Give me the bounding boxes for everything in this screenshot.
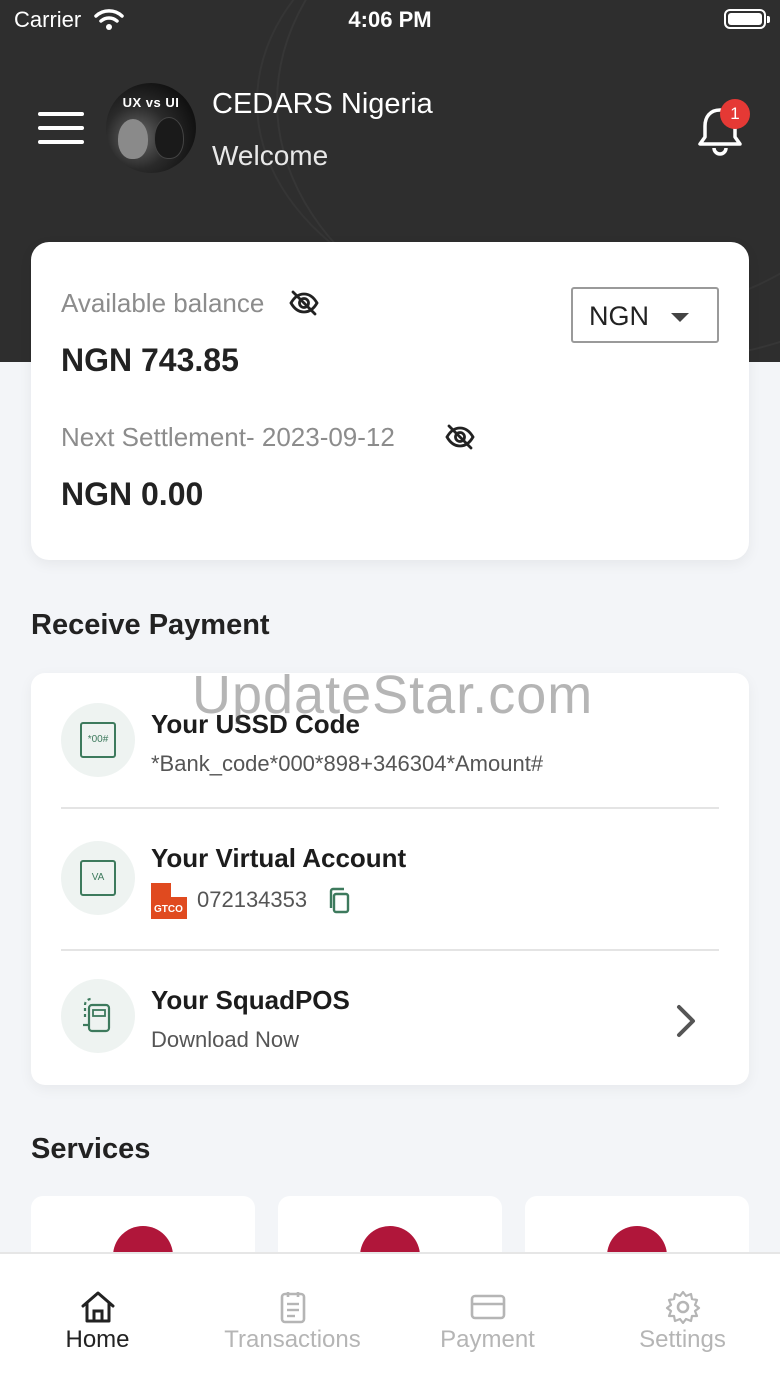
service-tile[interactable] — [525, 1196, 749, 1256]
battery-icon — [724, 9, 770, 29]
clipboard-icon — [280, 1292, 306, 1324]
tab-label: Payment — [440, 1326, 535, 1353]
tab-payment[interactable]: Payment — [390, 1254, 585, 1387]
available-balance-label: Available balance — [61, 288, 265, 318]
tab-transactions[interactable]: Transactions — [195, 1254, 390, 1387]
clock: 4:06 PM — [348, 7, 432, 32]
next-settlement-label: Next Settlement- 2023-09-12 — [61, 422, 395, 452]
receive-payment-title: Receive Payment — [31, 609, 270, 641]
services-title: Services — [31, 1133, 151, 1165]
balance-card: Available balance NGN 743.85 NGN Next Se… — [31, 242, 749, 560]
eye-off-icon[interactable] — [289, 290, 319, 316]
virtual-account-title: Your Virtual Account — [151, 843, 407, 873]
avatar-text: UX vs UI — [122, 95, 180, 110]
bell-icon[interactable] — [696, 104, 744, 156]
tab-label: Settings — [639, 1326, 726, 1353]
card-icon — [470, 1294, 506, 1320]
receive-payment-card: *00# Your USSD Code *Bank_code*000*898+3… — [31, 673, 749, 1085]
tab-label: Transactions — [224, 1326, 361, 1353]
copy-icon[interactable] — [327, 887, 351, 915]
avatar[interactable]: UX vs UI — [106, 83, 196, 173]
status-bar: Carrier 4:06 PM — [0, 0, 780, 40]
chevron-right-icon[interactable] — [671, 1003, 699, 1039]
bottom-tab-bar: Home Transactions Payment Settings — [0, 1252, 780, 1387]
squadpos-row[interactable]: Your SquadPOS Download Now — [31, 951, 749, 1085]
gear-icon — [665, 1290, 701, 1324]
currency-value: NGN — [589, 301, 649, 331]
home-icon — [81, 1291, 115, 1323]
caret-down-icon — [671, 313, 689, 322]
tab-settings[interactable]: Settings — [585, 1254, 780, 1387]
virtual-account-row[interactable]: VA Your Virtual Account GTCO 072134353 — [31, 809, 749, 949]
pos-terminal-icon — [61, 979, 135, 1053]
tab-label: Home — [65, 1326, 130, 1353]
watermark: UpdateStar.com — [192, 665, 594, 725]
squadpos-subtitle: Download Now — [151, 1027, 299, 1052]
notification-badge: 1 — [720, 99, 750, 129]
next-settlement-value: NGN 0.00 — [61, 476, 204, 512]
available-balance-value: NGN 743.85 — [61, 342, 239, 378]
gtco-logo-icon: GTCO — [151, 883, 187, 919]
service-tile[interactable] — [31, 1196, 255, 1256]
welcome-text: Welcome — [212, 140, 329, 171]
ussd-icon: *00# — [61, 703, 135, 777]
eye-off-icon[interactable] — [445, 424, 475, 450]
menu-icon[interactable] — [38, 112, 84, 144]
currency-dropdown[interactable]: NGN — [571, 287, 719, 343]
squadpos-title: Your SquadPOS — [151, 985, 350, 1015]
account-number: 072134353 — [197, 887, 308, 912]
tab-home[interactable]: Home — [0, 1254, 195, 1387]
va-icon: VA — [61, 841, 135, 915]
service-tile[interactable] — [278, 1196, 502, 1256]
org-name: CEDARS Nigeria — [212, 88, 433, 120]
ussd-code: *Bank_code*000*898+346304*Amount# — [151, 751, 544, 776]
